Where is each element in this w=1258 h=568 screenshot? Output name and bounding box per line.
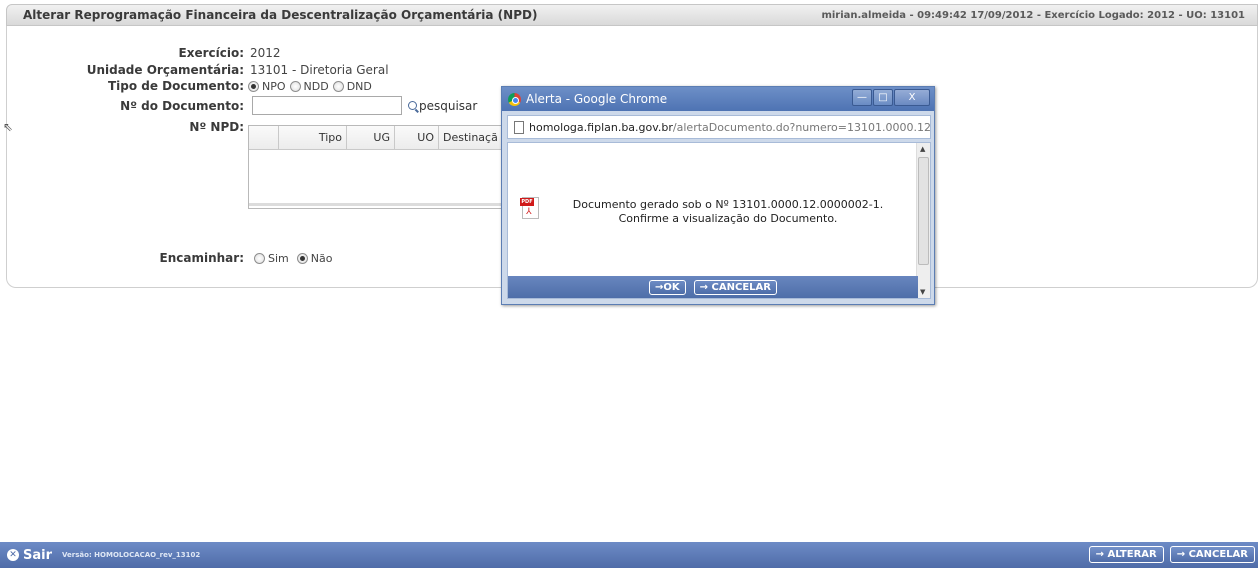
close-circle-icon[interactable]: ✕ (7, 549, 19, 561)
unidade-value: 13101 - Diretoria Geral (250, 63, 389, 77)
scroll-up-icon[interactable]: ▲ (920, 145, 925, 153)
popup-title: Alerta - Google Chrome (526, 92, 668, 106)
tipo-label: Tipo de Documento: (107, 79, 244, 93)
tipo-row: Tipo de Documento: NPO NDD DND (60, 79, 372, 93)
npd-grid: Tipo UG UO Destinaçã (248, 125, 508, 209)
tipo-option-ndd[interactable]: NDD (289, 80, 329, 93)
pdf-icon[interactable]: PDF ⅄ (520, 195, 540, 221)
popup-address-bar[interactable]: homologa.fiplan.ba.gov.br/alertaDocument… (507, 115, 931, 139)
radio-icon[interactable] (289, 80, 301, 92)
message-line-1: Documento gerado sob o Nº 13101.0000.12.… (572, 198, 884, 211)
unidade-row: Unidade Orçamentária: 13101 - Diretoria … (60, 63, 389, 77)
tipo-option-dnd[interactable]: DND (332, 80, 372, 93)
url-host: homologa.fiplan.ba.gov.br (529, 120, 673, 134)
numero-documento-input[interactable] (252, 96, 402, 115)
grid-col-uo: UO (395, 126, 439, 149)
page-title: Alterar Reprogramação Financeira da Desc… (23, 8, 538, 22)
grid-col-destinacao: Destinaçã (439, 126, 507, 149)
footer-bar: ✕ Sair Versão: HOMOLOCACAO_rev_13102 → A… (0, 542, 1258, 568)
exercicio-label: Exercício: (178, 46, 245, 60)
search-icon (408, 101, 417, 110)
cancelar-button[interactable]: → CANCELAR (1169, 546, 1255, 563)
scroll-down-icon[interactable]: ▼ (920, 288, 925, 296)
tipo-option-npo[interactable]: NPO (248, 80, 286, 93)
popup-content: PDF ⅄ Documento gerado sob o Nº 13101.00… (507, 142, 931, 299)
popup-button-bar: →OK → CANCELAR (508, 276, 918, 298)
numero-row: Nº do Documento: pesquisar (60, 96, 477, 115)
radio-icon[interactable] (254, 252, 265, 264)
chrome-icon (508, 92, 521, 106)
close-button[interactable]: X (894, 89, 930, 106)
url-path: /alertaDocumento.do?numero=13101.0000.12… (672, 120, 931, 134)
popup-titlebar[interactable]: Alerta - Google Chrome — □ X (502, 87, 934, 111)
page-icon (514, 120, 524, 134)
encaminhar-label: Encaminhar: (159, 251, 244, 265)
sair-button[interactable]: Sair (23, 548, 52, 563)
scroll-thumb[interactable] (918, 157, 929, 265)
grid-header: Tipo UG UO Destinaçã (249, 126, 507, 150)
pesquisar-link[interactable]: pesquisar (408, 99, 477, 113)
popup-scrollbar[interactable]: ▲ ▼ (916, 143, 930, 298)
numero-label: Nº do Documento: (120, 98, 244, 113)
alert-popup-window[interactable]: Alerta - Google Chrome — □ X homologa.fi… (501, 86, 935, 305)
npd-row: Nº NPD: (60, 120, 244, 134)
mouse-cursor-icon: ⇖ (3, 120, 14, 134)
grid-col-ug: UG (347, 126, 395, 149)
alert-message: Documento gerado sob o Nº 13101.0000.12.… (548, 198, 908, 226)
encaminhar-option-nao[interactable]: Não (296, 252, 332, 265)
popup-cancel-button[interactable]: → CANCELAR (693, 279, 777, 295)
encaminhar-option-sim[interactable]: Sim (254, 252, 289, 265)
grid-col-tipo: Tipo (279, 126, 347, 149)
grid-body (249, 150, 507, 206)
exercicio-value: 2012 (250, 46, 281, 60)
maximize-button[interactable]: □ (873, 89, 893, 106)
exercicio-row: Exercício: 2012 (60, 46, 281, 60)
grid-col-select (249, 126, 279, 149)
ok-button[interactable]: →OK (649, 279, 686, 295)
encaminhar-row: Encaminhar: Sim Não (60, 251, 333, 265)
session-info: mirian.almeida - 09:49:42 17/09/2012 - E… (821, 9, 1245, 21)
message-line-2: Confirme a visualização do Documento. (618, 212, 838, 225)
version-label: Versão: HOMOLOCACAO_rev_13102 (62, 551, 201, 559)
radio-icon[interactable] (332, 80, 344, 92)
page-header: Alterar Reprogramação Financeira da Desc… (6, 4, 1258, 26)
minimize-button[interactable]: — (852, 89, 872, 106)
radio-icon[interactable] (296, 252, 308, 264)
radio-icon[interactable] (248, 80, 259, 92)
alterar-button[interactable]: → ALTERAR (1088, 546, 1164, 563)
npd-label: Nº NPD: (189, 120, 244, 134)
unidade-label: Unidade Orçamentária: (86, 63, 244, 77)
